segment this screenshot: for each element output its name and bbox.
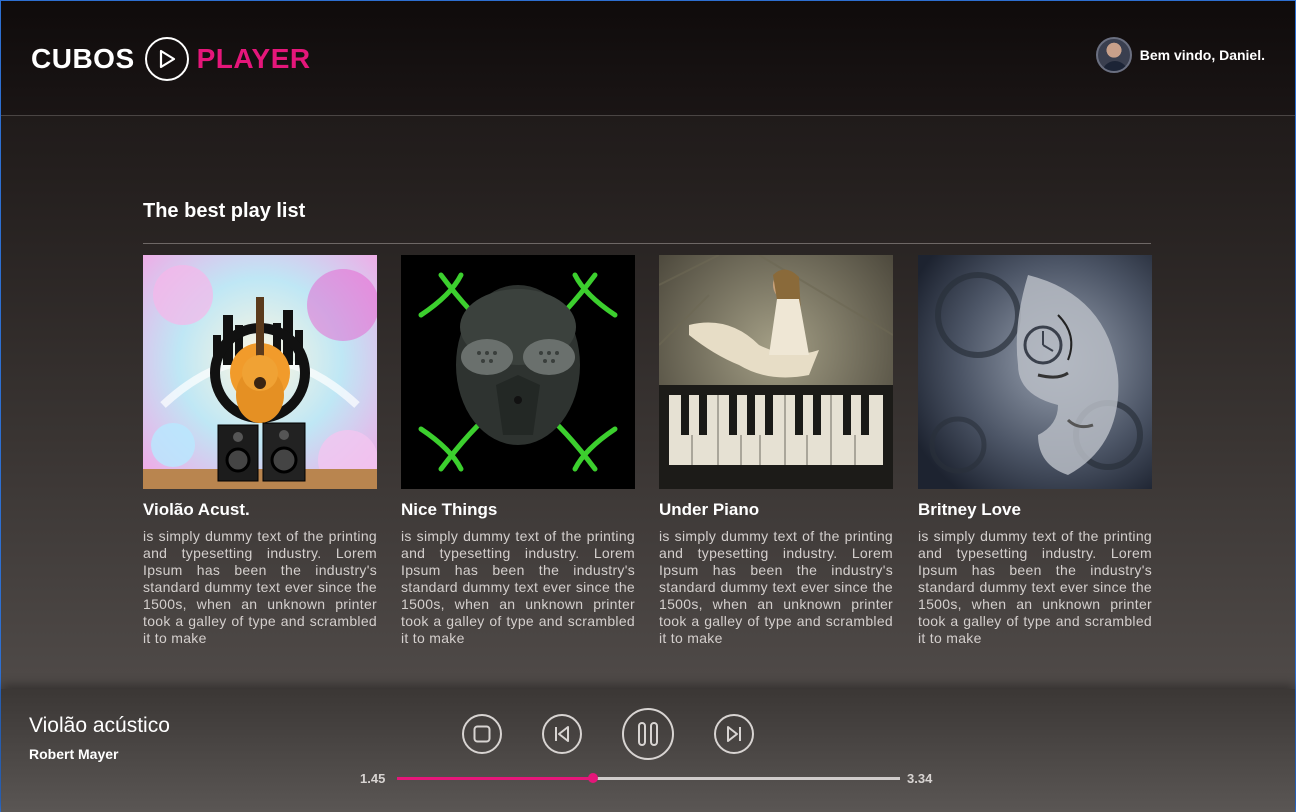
now-playing-artist: Robert Mayer [29,746,119,762]
card-title[interactable]: Britney Love [918,500,1152,520]
playlist-card[interactable]: Under Piano is simply dummy text of the … [659,255,893,647]
playlist-card[interactable]: Violão Acust. is simply dummy text of th… [143,255,377,647]
card-title[interactable]: Violão Acust. [143,500,377,520]
playlist-cards: Violão Acust. is simply dummy text of th… [143,255,1153,655]
top-header: CUBOS PLAYER Bem vindo, Daniel. [1,1,1295,116]
now-playing-title: Violão acústico [29,714,170,737]
stop-button[interactable] [462,714,502,754]
previous-icon [555,726,569,742]
avatar[interactable] [1095,37,1132,73]
card-description: is simply dummy text of the printing and… [143,528,377,646]
logo[interactable]: CUBOS PLAYER [31,37,311,81]
card-title[interactable]: Nice Things [401,500,635,520]
previous-button[interactable] [542,714,582,754]
total-time: 3.34 [907,771,933,786]
play-circle-icon [144,37,189,81]
card-title[interactable]: Under Piano [659,500,893,520]
welcome-text: Bem vindo, Daniel. [1139,47,1265,63]
album-cover-guitar[interactable] [143,255,377,489]
player-bar: Violão acústico Robert Mayer 1.45 3.34 [1,689,1295,812]
logo-word-cubos: CUBOS [31,43,135,74]
card-description: is simply dummy text of the printing and… [401,528,635,646]
user-menu[interactable]: Bem vindo, Daniel. [1095,37,1265,73]
next-button[interactable] [714,714,754,754]
playlist-divider [143,243,1151,244]
playlist-title: The best play list [143,200,306,222]
logo-word-player: PLAYER [196,43,311,74]
progress-fill [397,777,594,780]
card-description: is simply dummy text of the printing and… [659,528,893,646]
playlist-card[interactable]: Britney Love is simply dummy text of the… [918,255,1152,647]
current-time: 1.45 [360,771,386,786]
next-icon [727,726,741,742]
stop-icon [473,725,491,743]
progress-knob[interactable] [588,773,599,783]
pause-icon [638,722,658,746]
album-cover-piano[interactable] [659,255,893,489]
playlist-card[interactable]: Nice Things is simply dummy text of the … [401,255,635,647]
album-cover-mask[interactable] [401,255,635,489]
progress-slider[interactable] [397,773,900,783]
album-cover-face[interactable] [918,255,1152,489]
pause-button[interactable] [622,708,674,760]
card-description: is simply dummy text of the printing and… [918,528,1152,646]
